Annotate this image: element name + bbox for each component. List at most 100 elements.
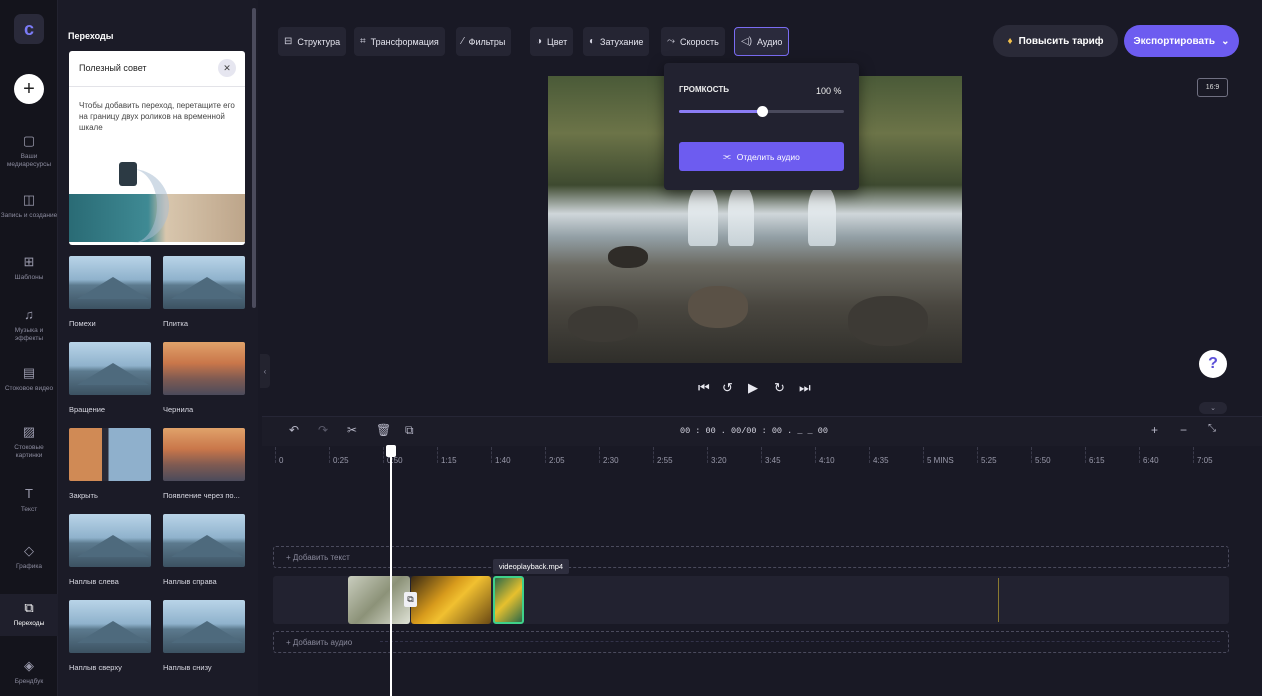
trash-icon[interactable]: 🗑 bbox=[376, 423, 391, 437]
add-media-button[interactable]: + bbox=[14, 74, 44, 104]
transform-button[interactable]: ⌗ Трансформация bbox=[354, 27, 445, 56]
brand-icon: ◈ bbox=[24, 658, 34, 673]
ruler-tick bbox=[707, 447, 708, 463]
detach-audio-button[interactable]: ⫘ Отделить аудио bbox=[679, 142, 844, 171]
scissors-icon[interactable]: ✂ bbox=[347, 423, 357, 437]
ruler-tick bbox=[1031, 447, 1032, 463]
rock bbox=[608, 246, 648, 268]
skip-back-icon[interactable]: ⏮ bbox=[698, 380, 710, 396]
ruler-tick bbox=[275, 447, 276, 463]
ruler-tick bbox=[329, 447, 330, 463]
waterfall-left bbox=[688, 186, 718, 246]
transition-thumbnail[interactable] bbox=[163, 514, 245, 567]
export-button[interactable]: Экспортировать ⌄ bbox=[1124, 25, 1239, 57]
filters-button[interactable]: ⁄ Фильтры bbox=[456, 27, 512, 56]
video-clip[interactable] bbox=[348, 576, 410, 624]
duplicate-icon[interactable]: ⧉ bbox=[405, 423, 414, 438]
structure-button[interactable]: ⊟ Структура bbox=[278, 27, 347, 56]
sidebar-item-transitions[interactable]: ⧉ Переходы bbox=[0, 594, 58, 637]
fade-button[interactable]: ◐ Затухание bbox=[583, 27, 650, 56]
transition-label: Наплыв снизу bbox=[163, 663, 212, 672]
panel-title: Переходы bbox=[68, 31, 114, 41]
transition-icon[interactable]: ⧉ bbox=[404, 592, 417, 607]
transition-thumbnail[interactable] bbox=[69, 428, 151, 481]
transition-label: Плитка bbox=[163, 319, 189, 328]
grid-icon: ⊞ bbox=[23, 254, 35, 269]
sidebar-item-stock-images[interactable]: ▨ Стоковые картинки bbox=[0, 424, 58, 461]
add-audio-label: + Добавить аудио bbox=[286, 638, 353, 647]
transition-label: Чернила bbox=[163, 405, 194, 414]
ruler-tick-label: 2:05 bbox=[549, 456, 565, 465]
volume-slider-thumb[interactable] bbox=[756, 106, 768, 117]
panel-scrollbar[interactable] bbox=[252, 8, 256, 308]
video-clip-selected[interactable] bbox=[493, 576, 524, 624]
ruler-tick-label: 0:25 bbox=[333, 456, 349, 465]
transition-thumbnail[interactable] bbox=[69, 514, 151, 567]
volume-label: ГРОМКОСТЬ bbox=[679, 85, 729, 94]
chevron-down-icon: ⌄ bbox=[1221, 35, 1230, 47]
play-icon[interactable]: ▶ bbox=[748, 380, 758, 396]
app-logo[interactable]: c bbox=[14, 14, 44, 44]
waterfall-right bbox=[808, 186, 836, 246]
tip-text: Чтобы добавить переход, перетащите его н… bbox=[79, 101, 235, 133]
color-button[interactable]: ◑ Цвет bbox=[530, 27, 574, 56]
skip-forward-icon[interactable]: ⏭ bbox=[799, 380, 811, 396]
ruler-tick bbox=[437, 447, 438, 463]
aspect-ratio-button[interactable]: 16:9 bbox=[1197, 78, 1228, 97]
layout-icon: ⊟ bbox=[284, 36, 293, 47]
collapse-preview-icon[interactable]: ⌄ bbox=[1199, 402, 1227, 414]
zoom-out-icon[interactable]: − bbox=[1180, 423, 1187, 437]
add-text-track[interactable]: + Добавить текст bbox=[273, 546, 1229, 568]
sidebar-item-media[interactable]: ▢ Ваши медиаресурсы bbox=[0, 133, 58, 170]
rock bbox=[688, 286, 748, 328]
audio-button[interactable]: ◁) Аудио bbox=[734, 27, 790, 56]
speaker-icon: ◁) bbox=[741, 36, 753, 47]
video-clip[interactable] bbox=[411, 576, 491, 624]
transition-icon: ⧉ bbox=[24, 600, 34, 615]
ruler-tick-label: 0 bbox=[279, 456, 284, 465]
contrast-icon: ◑ bbox=[536, 36, 543, 47]
rewind-5-icon[interactable]: ↺ bbox=[722, 380, 733, 396]
upgrade-button[interactable]: ♦ Повысить тариф bbox=[993, 25, 1118, 57]
ruler-tick-label: 4:10 bbox=[819, 456, 835, 465]
ruler-tick bbox=[545, 447, 546, 463]
sidebar-item-music[interactable]: ♫ Музыка и эффекты bbox=[0, 307, 58, 344]
rock bbox=[568, 306, 638, 342]
transition-thumbnail[interactable] bbox=[163, 256, 245, 309]
speed-button[interactable]: ⤳ Скорость bbox=[661, 27, 725, 56]
sidebar-item-templates[interactable]: ⊞ Шаблоны bbox=[0, 254, 58, 282]
transition-thumbnail[interactable] bbox=[69, 342, 151, 395]
zoom-in-icon[interactable]: + bbox=[1151, 423, 1158, 437]
transition-thumbnail[interactable] bbox=[69, 600, 151, 653]
sidebar-item-graphics[interactable]: ◇ Графика bbox=[0, 543, 58, 571]
transition-thumbnail[interactable] bbox=[163, 600, 245, 653]
playhead-handle[interactable] bbox=[386, 445, 396, 457]
transition-label: Наплыв слева bbox=[69, 577, 119, 586]
ruler-tick-label: 6:15 bbox=[1089, 456, 1105, 465]
ruler-tick-label: 2:30 bbox=[603, 456, 619, 465]
playhead[interactable] bbox=[390, 449, 392, 696]
ruler-tick bbox=[869, 447, 870, 463]
transition-thumbnail[interactable] bbox=[163, 342, 245, 395]
ruler-tick bbox=[1085, 447, 1086, 463]
sidebar-item-brand[interactable]: ◈ Брендбук bbox=[0, 658, 58, 686]
image-icon: ▨ bbox=[22, 424, 36, 439]
fit-icon[interactable]: ⤡ bbox=[1208, 423, 1216, 434]
tip-card: Полезный совет ✕ Чтобы добавить переход,… bbox=[69, 51, 245, 245]
ruler-tick-label: 5 MINS bbox=[927, 456, 954, 465]
audio-popover: ГРОМКОСТЬ 100 % ⫘ Отделить аудио bbox=[664, 63, 859, 190]
film-icon: ▤ bbox=[22, 365, 36, 380]
tip-title: Полезный совет bbox=[79, 63, 147, 73]
sidebar-item-text[interactable]: T Текст bbox=[0, 486, 58, 514]
transition-thumbnail[interactable] bbox=[163, 428, 245, 481]
undo-icon[interactable]: ↶ bbox=[289, 423, 299, 437]
collapse-panel-button[interactable]: ‹ bbox=[260, 354, 270, 388]
close-icon[interactable]: ✕ bbox=[218, 59, 236, 77]
ruler-tick-label: 7:05 bbox=[1197, 456, 1213, 465]
sidebar-item-stock-video[interactable]: ▤ Стоковое видео bbox=[0, 365, 58, 393]
transition-thumbnail[interactable] bbox=[69, 256, 151, 309]
forward-5-icon[interactable]: ↻ bbox=[774, 380, 785, 396]
sidebar-item-record[interactable]: ◫ Запись и создание bbox=[0, 192, 58, 220]
help-button[interactable]: ? bbox=[1199, 350, 1227, 378]
redo-icon[interactable]: ↷ bbox=[318, 423, 328, 437]
